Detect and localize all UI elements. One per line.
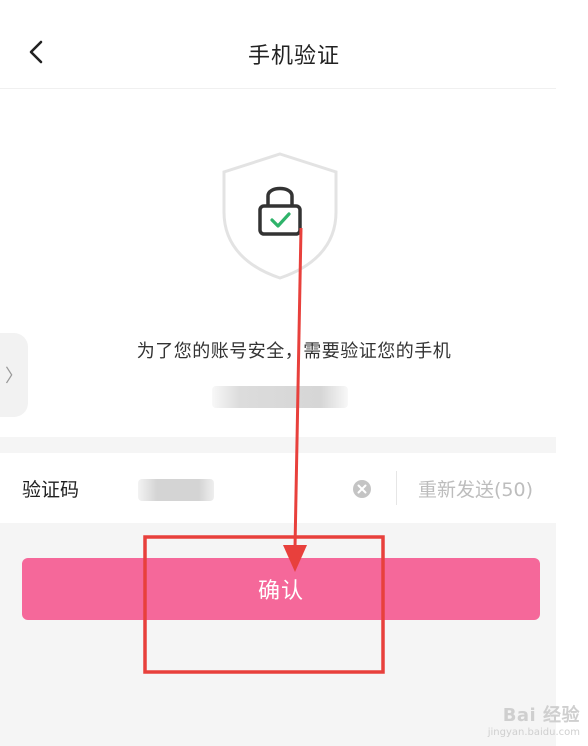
- bottom-area: [0, 523, 556, 746]
- watermark: Bai 经验 jingyan.baidu.com: [488, 701, 580, 738]
- masked-phone-number: [212, 386, 348, 408]
- masked-code-value: [138, 479, 214, 501]
- watermark-main: Bai 经验: [502, 705, 580, 726]
- resend-button[interactable]: 重新发送(50): [418, 475, 533, 502]
- header: 手机验证: [0, 0, 588, 88]
- row-divider: [396, 471, 397, 505]
- chevron-right-icon: 〉: [5, 366, 23, 387]
- shield-lock-icon: [222, 152, 338, 280]
- page-title: 手机验证: [247, 44, 340, 69]
- confirm-button[interactable]: 确认: [22, 558, 540, 620]
- right-margin: [556, 88, 588, 746]
- clear-icon[interactable]: [352, 479, 372, 499]
- code-label: 验证码: [22, 479, 80, 501]
- header-divider: [0, 88, 560, 89]
- section-gap: [0, 437, 556, 453]
- watermark-sub: jingyan.baidu.com: [487, 727, 580, 738]
- verification-description: 为了您的账号安全，需要验证您的手机: [136, 341, 452, 362]
- verification-code-row: 验证码 重新发送(50): [0, 453, 556, 523]
